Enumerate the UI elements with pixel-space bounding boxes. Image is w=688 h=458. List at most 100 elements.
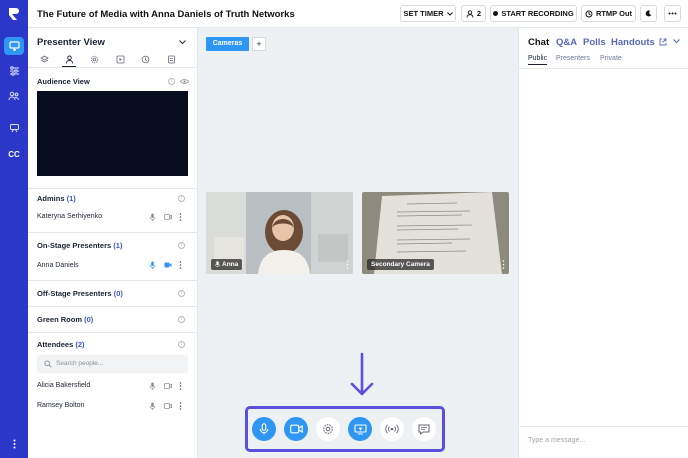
more-options-button[interactable]	[664, 5, 681, 22]
left-rail: CC	[0, 0, 28, 458]
tab-handouts[interactable]: Handouts	[611, 37, 655, 48]
more-vertical-icon[interactable]	[179, 213, 182, 221]
brand-logo[interactable]	[6, 6, 22, 22]
more-horizontal-icon	[668, 12, 677, 15]
mic-toggle-button[interactable]	[252, 417, 276, 441]
camera-on-icon[interactable]	[164, 262, 172, 268]
person-tab-icon[interactable]	[62, 52, 76, 67]
info-icon[interactable]: i	[178, 242, 185, 249]
settings-tab-icon[interactable]	[87, 53, 101, 65]
attendees-title: Attendees	[37, 340, 74, 349]
search-icon	[44, 360, 52, 368]
divider	[519, 68, 688, 69]
history-tab-icon[interactable]	[138, 53, 152, 65]
captions-button[interactable]	[412, 417, 436, 441]
camera-tile-anna[interactable]: Anna	[206, 192, 353, 274]
camera-toggle-button[interactable]	[284, 417, 308, 441]
info-icon[interactable]: i	[178, 341, 185, 348]
cc-icon[interactable]: CC	[4, 145, 24, 163]
info-icon[interactable]: i	[178, 316, 185, 323]
admins-count: (1)	[66, 194, 76, 203]
audience-view-title: Audience View	[37, 77, 90, 86]
record-dot-icon	[493, 11, 499, 16]
tab-cameras[interactable]: Cameras	[206, 37, 249, 51]
chat-panel: Chat Q&A Polls Handouts Public Presenter…	[518, 28, 688, 458]
external-link-icon[interactable]	[659, 38, 667, 46]
people-icon[interactable]	[4, 87, 24, 105]
broadcast-button[interactable]	[380, 417, 404, 441]
chevron-down-icon	[446, 11, 453, 16]
dark-mode-button[interactable]	[640, 5, 657, 22]
eye-icon[interactable]	[180, 78, 189, 85]
set-timer-button[interactable]: SET TIMER	[400, 5, 456, 22]
mic-on-icon[interactable]	[149, 261, 156, 269]
projector-icon[interactable]	[4, 119, 24, 137]
mic-icon	[215, 261, 220, 267]
subtab-public[interactable]: Public	[528, 55, 548, 65]
offstage-section-title: Off-Stage Presenters (0)	[37, 289, 123, 298]
message-icon	[418, 424, 430, 435]
collapse-chevron-icon[interactable]	[179, 40, 186, 45]
subtab-presenters[interactable]: Presenters	[556, 55, 590, 62]
more-vertical-icon[interactable]	[179, 402, 182, 410]
admins-title: Admins	[37, 194, 65, 203]
more-vertical-icon[interactable]	[179, 382, 182, 390]
mic-muted-icon[interactable]	[149, 402, 156, 410]
search-people-input[interactable]: Search people...	[37, 355, 188, 373]
onstage-title: On-Stage Presenters	[37, 241, 112, 250]
divider	[519, 426, 688, 427]
more-vertical-icon[interactable]	[346, 260, 349, 269]
add-tab-button[interactable]: +	[252, 37, 266, 51]
mic-muted-icon[interactable]	[149, 382, 156, 390]
more-vertical-icon[interactable]	[179, 261, 182, 269]
camera-tile-secondary[interactable]: Secondary Camera	[362, 192, 509, 274]
attendee-count: 2	[476, 9, 482, 18]
media-tab-icon[interactable]	[113, 53, 127, 65]
divider	[28, 332, 198, 333]
divider	[28, 280, 198, 281]
info-icon[interactable]: i	[178, 195, 185, 202]
notes-tab-icon[interactable]	[164, 53, 178, 65]
attendee-count-button[interactable]: 2	[461, 5, 486, 22]
offstage-title: Off-Stage Presenters	[37, 289, 112, 298]
presenter-tabs	[28, 52, 198, 68]
attendee-person-name: Ramsey Bolton	[37, 402, 85, 409]
camera-off-icon[interactable]	[164, 403, 172, 409]
rtmp-out-button[interactable]: RTMP Out	[581, 5, 636, 22]
start-recording-button[interactable]: START RECORDING	[490, 5, 577, 22]
more-vertical-icon[interactable]	[502, 260, 505, 269]
attendee-person-name: Alicia Bakersfield	[37, 382, 91, 389]
chat-message-input[interactable]: Type a message...	[528, 437, 585, 444]
event-title: The Future of Media with Anna Daniels of…	[37, 9, 295, 20]
camera-label: Anna	[211, 259, 243, 270]
layers-icon[interactable]	[37, 53, 51, 65]
subtab-private[interactable]: Private	[600, 55, 622, 62]
broadcast-icon	[585, 10, 593, 17]
tab-chat[interactable]: Chat	[528, 37, 549, 48]
start-recording-label: START RECORDING	[501, 9, 574, 18]
camera-label: Secondary Camera	[367, 259, 434, 270]
broadcast-icon	[385, 424, 399, 434]
attendees-count: (2)	[75, 340, 85, 349]
camera-name: Anna	[222, 261, 239, 268]
info-icon[interactable]: i	[168, 78, 175, 85]
screen-share-button[interactable]	[348, 417, 372, 441]
camera-off-icon[interactable]	[164, 214, 172, 220]
camera-off-icon[interactable]	[164, 383, 172, 389]
camera-name: Secondary Camera	[371, 261, 430, 268]
settings-button[interactable]	[316, 417, 340, 441]
mic-muted-icon[interactable]	[149, 213, 156, 221]
camera-icon	[289, 424, 303, 434]
admin-person-name: Kateryna Serhiyenko	[37, 213, 102, 220]
top-bar: The Future of Media with Anna Daniels of…	[28, 0, 688, 28]
rtmp-out-label: RTMP Out	[595, 9, 633, 18]
info-icon[interactable]: i	[178, 290, 185, 297]
sliders-icon[interactable]	[4, 62, 24, 80]
chevron-down-icon[interactable]	[673, 39, 680, 44]
more-vertical-icon[interactable]	[4, 435, 24, 453]
monitor-icon[interactable]	[4, 37, 24, 55]
tab-polls[interactable]: Polls	[583, 37, 606, 48]
tab-qa[interactable]: Q&A	[556, 37, 577, 48]
divider	[28, 232, 198, 233]
gear-icon	[323, 424, 333, 434]
